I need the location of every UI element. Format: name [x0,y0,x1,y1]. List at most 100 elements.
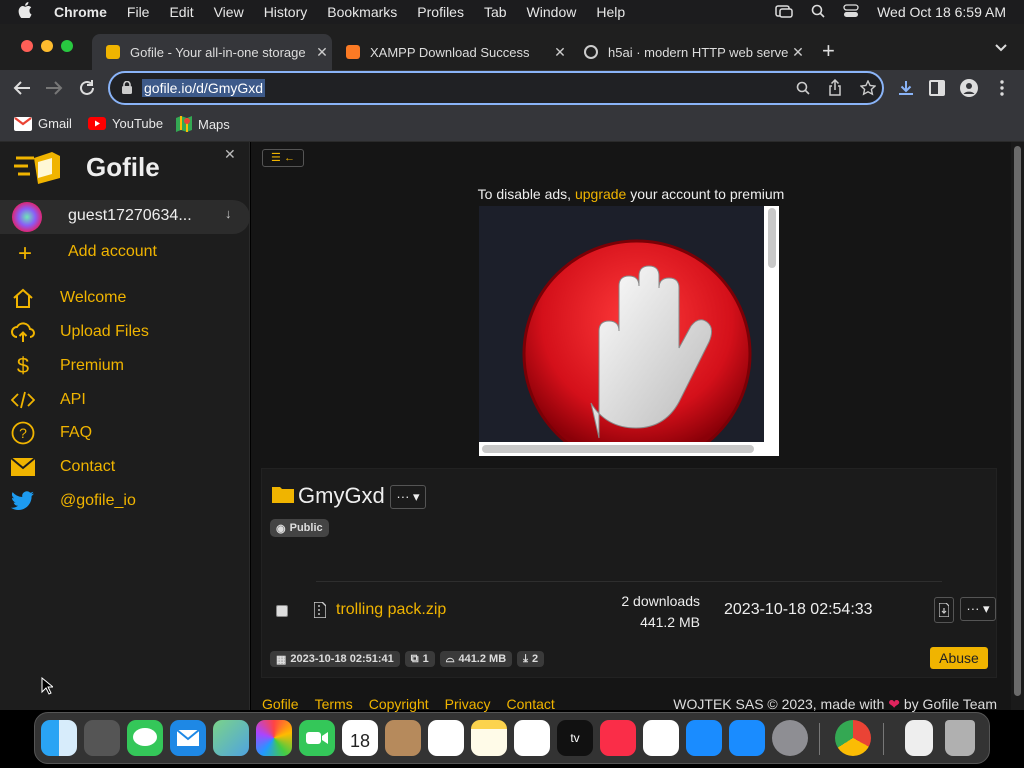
ad-scrollbar-vertical[interactable] [768,208,776,268]
files-icon: ⧉ [410,652,419,665]
menu-view[interactable]: View [214,4,244,20]
sidebar-item-api[interactable]: API [0,384,250,416]
menu-tab[interactable]: Tab [484,4,507,20]
control-center-icon[interactable] [843,3,859,21]
calendar-app-icon[interactable]: 18 [342,720,378,756]
file-name-link[interactable]: trolling pack.zip [336,601,446,619]
chrome-app-icon[interactable] [835,720,871,756]
menu-window[interactable]: Window [527,4,577,20]
toggle-sidebar-button[interactable]: ☰ ← [262,149,304,167]
address-bar[interactable]: gofile.io/d/GmyGxd [108,71,884,105]
ad-scrollbar-horizontal[interactable] [482,445,754,453]
zoom-window-button[interactable] [61,40,73,52]
zoom-search-icon[interactable] [796,81,810,100]
download-icon[interactable] [897,79,915,102]
close-window-button[interactable] [21,40,33,52]
minimize-window-button[interactable] [41,40,53,52]
back-arrow-icon[interactable] [12,79,32,102]
menu-help[interactable]: Help [596,4,625,20]
footer-link-terms[interactable]: Terms [315,696,353,712]
app-menu[interactable]: Chrome [54,4,107,20]
close-tab-icon[interactable]: ✕ [550,44,570,61]
messages-icon[interactable] [127,720,163,756]
account-dropdown-icon[interactable]: ↓ [225,206,232,221]
close-tab-icon[interactable]: ✕ [788,44,808,61]
app-store-icon[interactable] [729,720,765,756]
tab-gofile[interactable]: Gofile - Your all-in-one storage ✕ [92,34,332,70]
menu-file[interactable]: File [127,4,150,20]
close-tab-icon[interactable]: ✕ [312,44,332,61]
mouse-cursor-icon [41,676,55,700]
side-panel-icon[interactable] [929,80,945,101]
sidebar-item-premium[interactable]: $ Premium [0,350,250,382]
spotlight-search-icon[interactable] [811,4,825,21]
menu-bookmarks[interactable]: Bookmarks [327,4,397,20]
sidebar-item-twitter[interactable]: @gofile_io [0,485,250,517]
menu-edit[interactable]: Edit [169,4,193,20]
system-settings-icon[interactable] [772,720,808,756]
reload-icon[interactable] [77,78,97,103]
maps-app-icon[interactable] [213,720,249,756]
mail-icon[interactable] [170,720,206,756]
page-scrollbar[interactable] [1011,142,1024,710]
forward-arrow-icon[interactable] [44,79,64,102]
launchpad-icon[interactable] [84,720,120,756]
dollar-icon: $ [16,353,30,378]
ad-frame[interactable] [479,206,779,469]
facetime-icon[interactable] [299,720,335,756]
file-checkbox[interactable] [276,605,288,617]
lock-icon[interactable] [122,80,132,99]
bookmark-youtube[interactable]: YouTube [88,116,163,131]
account-switcher[interactable]: guest17270634... ↓ [0,200,250,234]
footer-link-privacy[interactable]: Privacy [445,696,491,712]
close-sidebar-icon[interactable]: ✕ [224,146,236,163]
sidebar-item-faq[interactable]: ? FAQ [0,417,250,449]
menubar-clock[interactable]: Wed Oct 18 6:59 AM [877,4,1006,20]
folder-icon [272,485,294,508]
downloads-stack-icon[interactable] [905,720,933,756]
trash-icon[interactable] [945,720,975,756]
menu-history[interactable]: History [264,4,308,20]
tab-xampp[interactable]: XAMPP Download Success ✕ [332,34,570,70]
apple-tv-icon[interactable]: tv [557,720,593,756]
page-scrollbar-thumb[interactable] [1014,146,1021,696]
finder-icon[interactable] [41,720,77,756]
keynote-icon[interactable] [686,720,722,756]
reminders-icon[interactable] [428,720,464,756]
abuse-button[interactable]: Abuse [930,647,988,669]
url-text[interactable]: gofile.io/d/GmyGxd [142,79,266,97]
menu-profiles[interactable]: Profiles [417,4,464,20]
file-row[interactable]: trolling pack.zip 2 downloads 441.2 MB 2… [262,593,998,633]
sidebar-item-contact[interactable]: Contact [0,451,250,483]
sidebar-item-upload-files[interactable]: Upload Files [0,316,250,348]
share-icon[interactable] [828,78,842,101]
bookmark-gmail[interactable]: Gmail [14,116,72,131]
notes-icon[interactable] [471,720,507,756]
file-menu-button[interactable]: ··· ▾ [960,597,996,621]
screen-mirror-icon[interactable] [775,4,793,21]
footer-link-gofile[interactable]: Gofile [262,696,299,712]
music-icon[interactable] [600,720,636,756]
folder-menu-button[interactable]: ··· ▾ [390,485,426,509]
upgrade-link[interactable]: upgrade [575,186,626,202]
bookmark-star-icon[interactable] [859,79,877,101]
photos-icon[interactable] [256,720,292,756]
chrome-menu-icon[interactable] [1000,80,1004,101]
freeform-icon[interactable] [514,720,550,756]
dock-separator [819,723,820,755]
tab-search-chevron-icon[interactable] [994,40,1008,58]
new-tab-button[interactable]: + [822,38,835,64]
apple-menu-icon[interactable] [18,2,32,22]
contacts-icon[interactable] [385,720,421,756]
bookmark-maps[interactable]: Maps [176,116,230,132]
news-icon[interactable] [643,720,679,756]
footer-link-copyright[interactable]: Copyright [369,696,429,712]
profile-avatar-icon[interactable] [960,79,978,102]
footer-link-contact[interactable]: Contact [507,696,555,712]
add-account-button[interactable]: + Add account [0,238,250,268]
downloads-badge: ⤓ 2 [517,651,545,667]
file-menu-label: ··· [966,601,980,616]
file-download-button[interactable] [934,597,954,623]
sidebar-item-welcome[interactable]: Welcome [0,282,250,314]
tab-h5ai[interactable]: h5ai · modern HTTP web server ✕ [570,34,808,70]
